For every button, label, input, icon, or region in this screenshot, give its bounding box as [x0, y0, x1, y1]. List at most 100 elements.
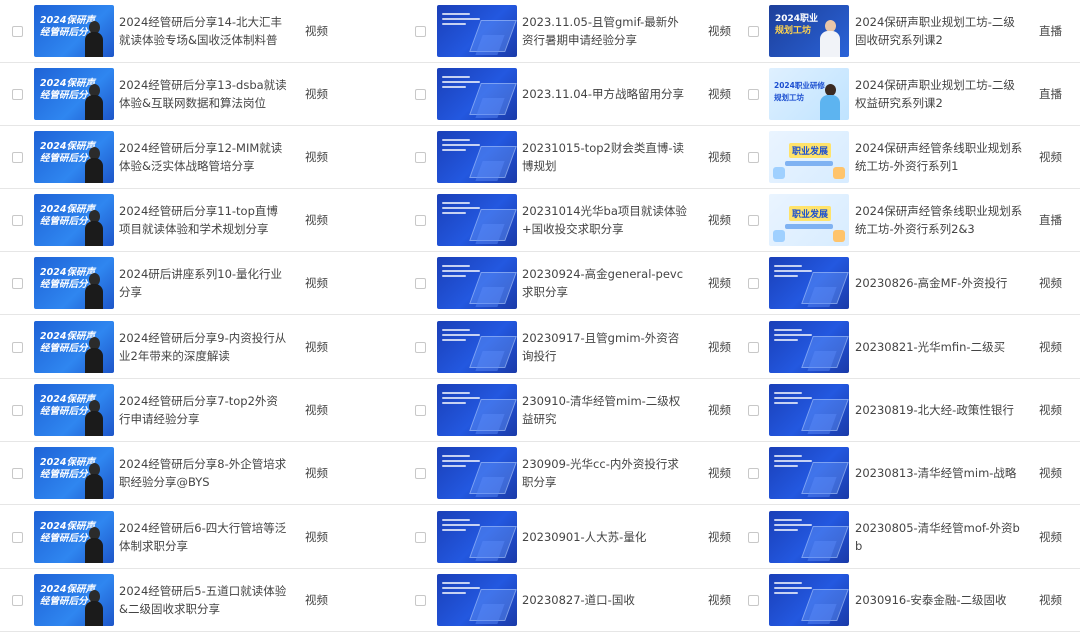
course-title[interactable]: 20230805-清华经管mof-外资bb: [855, 519, 1025, 555]
list-item[interactable]: 20230813-清华经管mim-战略 视频: [735, 442, 1080, 505]
course-thumbnail[interactable]: 2024保研声 经管研后分享: [34, 131, 114, 183]
course-thumbnail[interactable]: [437, 131, 517, 183]
course-title[interactable]: 2024保研声职业规划工坊-二级权益研究系列课2: [855, 76, 1025, 112]
course-thumbnail[interactable]: 2024保研声 经管研后分享: [34, 194, 114, 246]
course-title[interactable]: 230909-光华cc-内外资投行求职分享: [522, 455, 687, 491]
course-title[interactable]: 2024经管研后分享7-top2外资行申请经验分享: [119, 392, 289, 428]
course-title[interactable]: 2023.11.04-甲方战略留用分享: [522, 85, 687, 103]
row-checkbox[interactable]: [12, 152, 23, 163]
row-checkbox[interactable]: [415, 26, 426, 37]
list-item[interactable]: 230909-光华cc-内外资投行求职分享 视频: [380, 442, 735, 505]
row-checkbox[interactable]: [12, 595, 23, 606]
course-thumbnail[interactable]: [769, 447, 849, 499]
course-title[interactable]: 2024保研声经管条线职业规划系统工坊-外资行系列1: [855, 139, 1025, 175]
course-thumbnail[interactable]: 职业发展: [769, 131, 849, 183]
course-thumbnail[interactable]: [437, 5, 517, 57]
course-thumbnail[interactable]: 2024保研声 经管研后分享: [34, 447, 114, 499]
course-thumbnail[interactable]: 2024保研声 经管研后分享: [34, 574, 114, 626]
row-checkbox[interactable]: [12, 405, 23, 416]
course-thumbnail[interactable]: [769, 574, 849, 626]
row-checkbox[interactable]: [12, 26, 23, 37]
course-thumbnail[interactable]: 2024职业研修 规划工坊: [769, 68, 849, 120]
list-item[interactable]: 2024保研声 经管研后分享 2024经管研后分享9-内资投行从业2年带来的深度解读…: [0, 316, 380, 379]
course-title[interactable]: 20230917-且管gmim-外资咨询投行: [522, 329, 687, 365]
course-title[interactable]: 2030916-安泰金融-二级固收: [855, 591, 1025, 609]
course-title[interactable]: 20230821-光华mfin-二级买: [855, 338, 1025, 356]
course-thumbnail[interactable]: 2024职业 规划工坊: [769, 5, 849, 57]
row-checkbox[interactable]: [748, 278, 759, 289]
row-checkbox[interactable]: [748, 468, 759, 479]
row-checkbox[interactable]: [12, 342, 23, 353]
course-thumbnail[interactable]: [437, 194, 517, 246]
list-item[interactable]: 20231014光华ba项目就读体验+国收投交求职分享 视频: [380, 189, 735, 252]
course-thumbnail[interactable]: 2024保研声 经管研后分享: [34, 511, 114, 563]
row-checkbox[interactable]: [415, 89, 426, 100]
course-thumbnail[interactable]: [437, 257, 517, 309]
list-item[interactable]: 职业发展 2024保研声经管条线职业规划系统工坊-外资行系列1 视频: [735, 126, 1080, 189]
list-item[interactable]: 20231015-top2财会类直博-读博规划 视频: [380, 126, 735, 189]
row-checkbox[interactable]: [12, 278, 23, 289]
list-item[interactable]: 20230924-高金general-pevc求职分享 视频: [380, 252, 735, 315]
row-checkbox[interactable]: [748, 405, 759, 416]
course-title[interactable]: 230910-清华经管mim-二级权益研究: [522, 392, 687, 428]
row-checkbox[interactable]: [415, 278, 426, 289]
list-item[interactable]: 2024保研声 经管研后分享 2024研后讲座系列10-量化行业分享 视频: [0, 252, 380, 315]
row-checkbox[interactable]: [748, 215, 759, 226]
course-thumbnail[interactable]: [437, 384, 517, 436]
course-thumbnail[interactable]: [437, 574, 517, 626]
course-title[interactable]: 20231014光华ba项目就读体验+国收投交求职分享: [522, 202, 687, 238]
list-item[interactable]: 2024保研声 经管研后分享 2024经管研后分享14-北大汇丰就读体验专场&国收泛…: [0, 0, 380, 63]
course-thumbnail[interactable]: 职业发展: [769, 194, 849, 246]
course-title[interactable]: 2024经管研后分享8-外企管培求职经验分享@BYS: [119, 455, 289, 491]
course-thumbnail[interactable]: [437, 511, 517, 563]
course-title[interactable]: 2024经管研后分享11-top直博项目就读体验和学术规划分享: [119, 202, 289, 238]
row-checkbox[interactable]: [415, 215, 426, 226]
list-item[interactable]: 20230805-清华经管mof-外资bb 视频: [735, 506, 1080, 569]
course-title[interactable]: 20230819-北大经-政策性银行: [855, 401, 1025, 419]
course-title[interactable]: 20230901-人大苏-量化: [522, 528, 687, 546]
list-item[interactable]: 230910-清华经管mim-二级权益研究 视频: [380, 379, 735, 442]
list-item[interactable]: 2030916-安泰金融-二级固收 视频: [735, 569, 1080, 632]
course-thumbnail[interactable]: 2024保研声 经管研后分享: [34, 68, 114, 120]
course-title[interactable]: 20231015-top2财会类直博-读博规划: [522, 139, 687, 175]
course-thumbnail[interactable]: [769, 511, 849, 563]
list-item[interactable]: 2023.11.05-且管gmif-最新外资行暑期申请经验分享 视频: [380, 0, 735, 63]
row-checkbox[interactable]: [12, 215, 23, 226]
course-thumbnail[interactable]: 2024保研声 经管研后分享: [34, 321, 114, 373]
list-item[interactable]: 2023.11.04-甲方战略留用分享 视频: [380, 63, 735, 126]
row-checkbox[interactable]: [415, 405, 426, 416]
list-item[interactable]: 2024保研声 经管研后分享 2024经管研后分享8-外企管培求职经验分享@BYS 视…: [0, 442, 380, 505]
list-item[interactable]: 20230827-道口-国收 视频: [380, 569, 735, 632]
row-checkbox[interactable]: [12, 89, 23, 100]
course-title[interactable]: 2024经管研后5-五道口就读体验&二级固收求职分享: [119, 582, 289, 618]
course-title[interactable]: 2024经管研后分享9-内资投行从业2年带来的深度解读: [119, 329, 289, 365]
list-item[interactable]: 2024保研声 经管研后分享 2024经管研后6-四大行管培等泛体制求职分享 视频: [0, 506, 380, 569]
list-item[interactable]: 职业发展 2024保研声经管条线职业规划系统工坊-外资行系列2&3 直播: [735, 189, 1080, 252]
course-title[interactable]: 2024经管研后分享13-dsba就读体验&互联网数据和算法岗位: [119, 76, 289, 112]
course-title[interactable]: 2024研后讲座系列10-量化行业分享: [119, 265, 289, 301]
course-title[interactable]: 2024保研声经管条线职业规划系统工坊-外资行系列2&3: [855, 202, 1025, 238]
row-checkbox[interactable]: [415, 595, 426, 606]
course-title[interactable]: 2024保研声职业规划工坊-二级固收研究系列课2: [855, 13, 1025, 49]
list-item[interactable]: 20230819-北大经-政策性银行 视频: [735, 379, 1080, 442]
row-checkbox[interactable]: [415, 342, 426, 353]
course-title[interactable]: 20230813-清华经管mim-战略: [855, 464, 1025, 482]
course-thumbnail[interactable]: [437, 68, 517, 120]
course-title[interactable]: 20230924-高金general-pevc求职分享: [522, 265, 687, 301]
row-checkbox[interactable]: [748, 595, 759, 606]
list-item[interactable]: 2024保研声 经管研后分享 2024经管研后分享11-top直博项目就读体验和学术…: [0, 189, 380, 252]
course-thumbnail[interactable]: 2024保研声 经管研后分享: [34, 384, 114, 436]
row-checkbox[interactable]: [12, 532, 23, 543]
list-item[interactable]: 2024保研声 经管研后分享 2024经管研后分享7-top2外资行申请经验分享 视频: [0, 379, 380, 442]
course-title[interactable]: 2023.11.05-且管gmif-最新外资行暑期申请经验分享: [522, 13, 687, 49]
list-item[interactable]: 2024职业研修 规划工坊 2024保研声职业规划工坊-二级权益研究系列课2 直播: [735, 63, 1080, 126]
row-checkbox[interactable]: [415, 532, 426, 543]
row-checkbox[interactable]: [748, 26, 759, 37]
course-thumbnail[interactable]: [769, 384, 849, 436]
course-title[interactable]: 20230827-道口-国收: [522, 591, 687, 609]
row-checkbox[interactable]: [12, 468, 23, 479]
list-item[interactable]: 20230901-人大苏-量化 视频: [380, 506, 735, 569]
course-thumbnail[interactable]: [769, 321, 849, 373]
course-thumbnail[interactable]: [437, 447, 517, 499]
course-thumbnail[interactable]: 2024保研声 经管研后分享: [34, 5, 114, 57]
